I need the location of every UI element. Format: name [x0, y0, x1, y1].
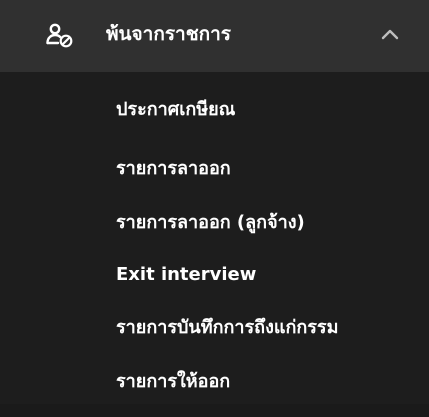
- sidebar-menu: พ้นจากราชการ ประกาศเกษียณ รายการลาออก รา…: [0, 0, 429, 417]
- chevron-up-icon[interactable]: [381, 28, 399, 40]
- submenu-item-death-record-list[interactable]: รายการบันทึกการถึงแก่กรรม: [116, 315, 338, 341]
- submenu-item-dismissal-list[interactable]: รายการให้ออก: [116, 369, 230, 395]
- user-blocked-icon: [46, 23, 73, 48]
- menu-section-separation[interactable]: พ้นจากราชการ: [0, 0, 429, 72]
- submenu-item-resignation-list[interactable]: รายการลาออก: [116, 156, 231, 182]
- submenu-item-resignation-list-employee[interactable]: รายการลาออก (ลูกจ้าง): [116, 210, 305, 236]
- submenu-item-retirement-announcement[interactable]: ประกาศเกษียณ: [116, 97, 235, 123]
- section-title: พ้นจากราชการ: [106, 23, 231, 45]
- bottom-divider: [0, 404, 429, 417]
- submenu-item-exit-interview[interactable]: Exit interview: [116, 262, 256, 288]
- submenu-list: ประกาศเกษียณ รายการลาออก รายการลาออก (ลู…: [0, 72, 429, 417]
